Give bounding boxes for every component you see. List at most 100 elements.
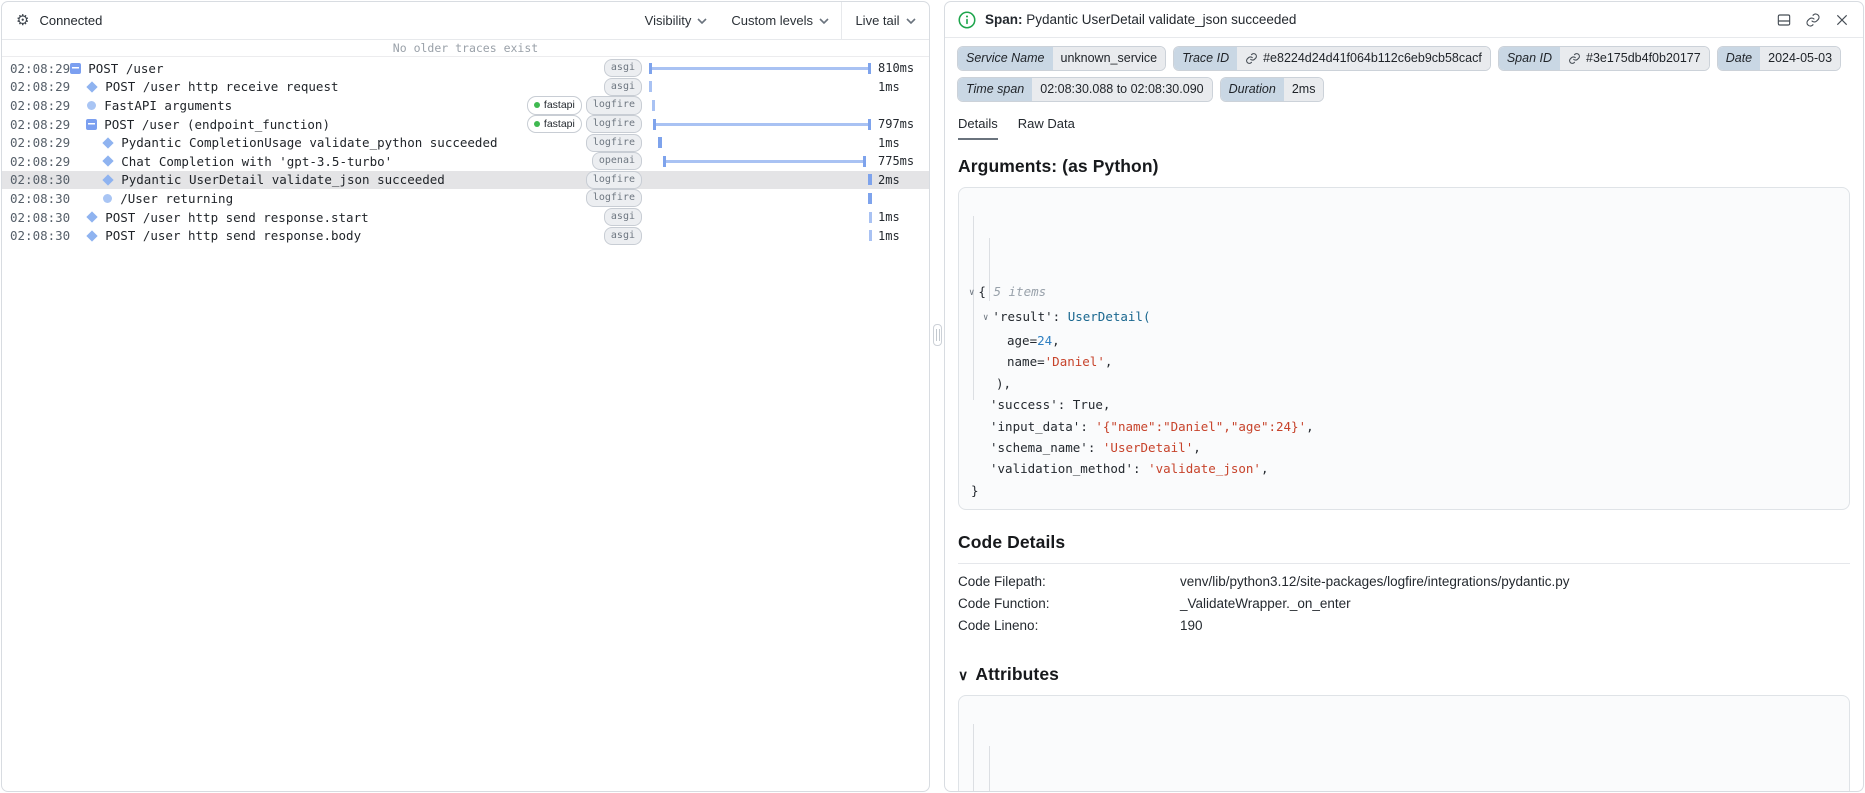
visibility-dropdown[interactable]: Visibility [633, 2, 720, 39]
connection-status: Connected [39, 13, 103, 28]
trace-row-time: 02:08:30 [10, 190, 71, 206]
python-line: ∨'result': UserDetail( [969, 306, 1839, 330]
badge-asgi[interactable]: asgi [603, 208, 642, 227]
duration-bar [649, 66, 871, 70]
trace-row-label: Pydantic UserDetail validate_json succee… [121, 172, 445, 188]
collapse-caret-icon[interactable]: ∨ [983, 308, 988, 329]
trace-row-time: 02:08:29 [10, 60, 71, 76]
chevron-down-icon [905, 17, 916, 24]
badge-logfire[interactable]: logfire [585, 114, 642, 134]
arguments-heading: Arguments: (as Python) [958, 155, 1159, 176]
trace-row[interactable]: 02:08:29 Chat Completion with 'gpt-3.5-tu… [2, 152, 929, 171]
badge-logfire[interactable]: logfire [585, 189, 642, 208]
trace-row-duration: 1ms [878, 135, 900, 150]
trace-row[interactable]: 02:08:30 POST /user http send response.st… [2, 208, 929, 227]
meta-badge-value: unknown_service [1052, 47, 1166, 70]
trace-row-time: 02:08:29 [10, 135, 71, 151]
badge-logfire[interactable]: logfire [585, 96, 642, 115]
code-detail-value: venv/lib/python3.12/site-packages/logfir… [1180, 574, 1570, 590]
diamond-icon [102, 137, 114, 149]
trace-row-duration: 1ms [878, 79, 900, 94]
trace-row-badges: logfire [585, 133, 642, 152]
meta-badge-label: Duration [1220, 78, 1284, 101]
meta-badge-value[interactable]: #3e175db4f0b20177 [1560, 47, 1709, 70]
trace-row-label: FastAPI arguments [104, 97, 233, 113]
duration-bar-start-cap [652, 118, 656, 130]
panel-layout-icon[interactable] [1776, 12, 1792, 28]
trace-row-badges: openai [591, 152, 642, 171]
span-meta-badges: Service Name unknown_service Trace ID #e822… [945, 38, 1863, 102]
badge-asgi[interactable]: asgi [603, 226, 642, 245]
close-icon[interactable] [1834, 12, 1850, 28]
duration-bar-end-cap [862, 155, 866, 167]
meta-badge-value: 2024-05-03 [1760, 47, 1841, 70]
trace-row-name: FastAPI arguments [70, 98, 527, 113]
trace-row-badges: asgi [603, 208, 642, 227]
link-icon[interactable] [1805, 12, 1821, 28]
trace-row-duration: 2ms [878, 172, 900, 187]
duration-bar-start-cap [663, 155, 667, 167]
duration-tick [868, 211, 872, 223]
duration-tick [867, 192, 872, 204]
badge-asgi[interactable]: asgi [603, 77, 642, 96]
meta-badge-label: Trace ID [1174, 47, 1238, 70]
duration-bar-end-cap [868, 62, 871, 74]
attribute-line: ∨{ 9 items [969, 790, 1839, 791]
trace-row-label: POST /user (endpoint_function) [104, 116, 330, 132]
trace-row-time: 02:08:29 [10, 116, 71, 132]
no-older-traces-notice: No older traces exist [2, 40, 929, 57]
trace-row[interactable]: 02:08:29 Pydantic CompletionUsage validat… [2, 133, 929, 152]
meta-badge: Duration 2ms [1219, 77, 1325, 102]
badge-logfire[interactable]: logfire [585, 133, 642, 152]
trace-row-time: 02:08:29 [10, 79, 71, 95]
trace-row[interactable]: 02:08:30 Pydantic UserDetail validate_jso… [2, 170, 929, 190]
trace-row-duration: 775ms [878, 154, 915, 169]
badge-fastapi[interactable]: fastapi [526, 96, 582, 115]
resize-handle[interactable] [933, 324, 942, 346]
code-detail-label: Code Filepath: [958, 574, 1046, 590]
trace-row-badges: asgi [603, 77, 642, 96]
diamond-icon [86, 81, 98, 93]
duration-bar-lane [649, 96, 871, 115]
trace-row-label: POST /user [88, 60, 164, 76]
trace-row-label: POST /user http receive request [105, 79, 339, 95]
trace-row[interactable]: 02:08:29 FastAPI arguments fastapi logfire [2, 96, 929, 115]
meta-badge-value: 2ms [1283, 78, 1324, 101]
duration-tick [652, 99, 656, 111]
code-detail-row: Code Filepath: venv/lib/python3.12/site-p… [958, 574, 1850, 589]
custom-levels-dropdown[interactable]: Custom levels [719, 2, 841, 39]
attributes-heading[interactable]: ∨ Attributes [958, 664, 1850, 685]
meta-badge-value[interactable]: #e8224d24d41f064b112c6eb9cb58cacf [1237, 47, 1490, 70]
badge-fastapi[interactable]: fastapi [526, 114, 582, 134]
tab-details[interactable]: Details [958, 116, 998, 140]
duration-bar-end-cap [868, 118, 871, 130]
collapse-caret-icon[interactable]: ∨ [969, 283, 974, 304]
trace-row[interactable]: 02:08:30 POST /user http send response.bo… [2, 226, 929, 245]
dot-icon [87, 100, 97, 110]
python-line: age=24, [1007, 332, 1060, 348]
duration-tick [867, 174, 872, 186]
duration-bar-lane [649, 152, 871, 171]
meta-badge-label: Date [1717, 47, 1761, 70]
badge-asgi[interactable]: asgi [603, 59, 642, 78]
trace-row[interactable]: 02:08:29 POST /user asgi 810ms [2, 59, 929, 78]
code-details-list: Code Filepath: venv/lib/python3.12/site-p… [945, 572, 1863, 642]
diamond-icon [102, 174, 114, 186]
badge-logfire[interactable]: logfire [585, 170, 642, 189]
tab-raw-data[interactable]: Raw Data [1018, 116, 1075, 140]
live-tail-dropdown[interactable]: Live tail [841, 2, 929, 40]
trace-row[interactable]: 02:08:30/User returning logfire [2, 189, 929, 208]
trace-row-badges: fastapi logfire [526, 96, 642, 115]
trace-row-duration: 810ms [878, 61, 915, 76]
trace-row[interactable]: 02:08:29 POST /user http receive request a… [2, 77, 929, 97]
trace-row-duration: 797ms [878, 117, 915, 132]
gear-icon[interactable]: ⚙ [16, 13, 29, 28]
code-detail-row: Code Lineno: 190 [958, 618, 1850, 633]
trace-row-name: /User returning [70, 191, 586, 206]
span-title: Span: Pydantic UserDetail validate_json … [985, 12, 1297, 27]
trace-row[interactable]: 02:08:29 POST /user (endpoint_function) fa… [2, 114, 929, 134]
code-detail-value: _ValidateWrapper._on_enter [1180, 596, 1351, 612]
trace-row-label: POST /user http send response.body [105, 228, 362, 244]
meta-badge: Date 2024-05-03 [1716, 46, 1842, 71]
badge-openai[interactable]: openai [591, 152, 642, 171]
